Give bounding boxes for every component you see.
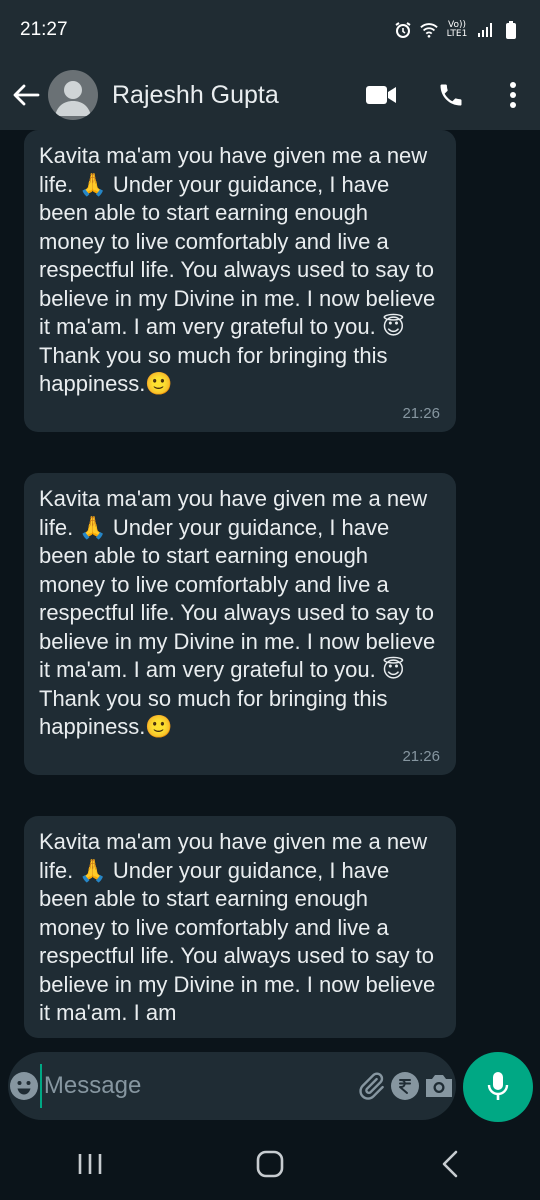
message-time: 21:26 — [402, 404, 440, 422]
voice-message-button[interactable] — [463, 1052, 533, 1122]
rupee-payment-icon — [390, 1072, 419, 1100]
message-text: Kavita ma'am you have given me a new lif… — [39, 829, 442, 1025]
back-button[interactable] — [4, 60, 48, 130]
phone-call-icon — [440, 84, 462, 106]
more-options-icon — [510, 82, 516, 108]
network-label-bottom: LTE1 — [446, 29, 468, 39]
camera-button[interactable] — [422, 1052, 456, 1120]
status-icons: Vo)) LTE1 — [394, 21, 520, 39]
header-actions — [346, 60, 540, 130]
chat-header: Rajeshh Gupta — [0, 60, 540, 130]
status-bar: 21:27 Vo)) LTE1 — [0, 0, 540, 60]
message-input[interactable] — [39, 1064, 354, 1108]
volte-lte-icon: Vo)) LTE1 — [446, 21, 468, 39]
more-options-button[interactable] — [486, 60, 540, 130]
back-arrow-icon — [13, 84, 40, 106]
message-bubble[interactable]: Kavita ma'am you have given me a new lif… — [24, 473, 456, 775]
message-text: Kavita ma'am you have given me a new lif… — [39, 143, 442, 396]
back-nav-button[interactable] — [390, 1128, 510, 1200]
back-icon — [442, 1150, 458, 1178]
composer-pill — [8, 1052, 456, 1120]
voice-call-button[interactable] — [416, 60, 486, 130]
status-time: 21:27 — [20, 19, 68, 40]
avatar[interactable] — [48, 70, 98, 120]
microphone-icon — [487, 1072, 509, 1100]
battery-icon — [502, 21, 520, 39]
recent-apps-icon — [78, 1154, 102, 1174]
video-call-icon — [366, 86, 396, 104]
message-text: Kavita ma'am you have given me a new lif… — [39, 486, 442, 739]
camera-icon — [425, 1075, 452, 1097]
message-bubble[interactable]: Kavita ma'am you have given me a new lif… — [24, 816, 456, 1038]
recent-apps-button[interactable] — [30, 1128, 150, 1200]
contact-name[interactable]: Rajeshh Gupta — [112, 81, 346, 110]
wifi-icon — [420, 21, 438, 39]
attach-button[interactable] — [354, 1052, 388, 1120]
video-call-button[interactable] — [346, 60, 416, 130]
message-bubble[interactable]: Kavita ma'am you have given me a new lif… — [24, 130, 456, 432]
attachment-icon — [359, 1072, 384, 1100]
home-button[interactable] — [210, 1128, 330, 1200]
signal-icon — [476, 21, 494, 39]
payment-button[interactable] — [388, 1052, 422, 1120]
system-nav-bar — [0, 1128, 540, 1200]
emoji-button[interactable] — [8, 1052, 40, 1120]
home-icon — [256, 1150, 284, 1178]
chat-messages[interactable]: Kavita ma'am you have given me a new lif… — [0, 130, 540, 1046]
emoji-icon — [9, 1072, 38, 1100]
composer-bar — [0, 1046, 540, 1128]
message-time: 21:26 — [402, 747, 440, 765]
alarm-icon — [394, 21, 412, 39]
